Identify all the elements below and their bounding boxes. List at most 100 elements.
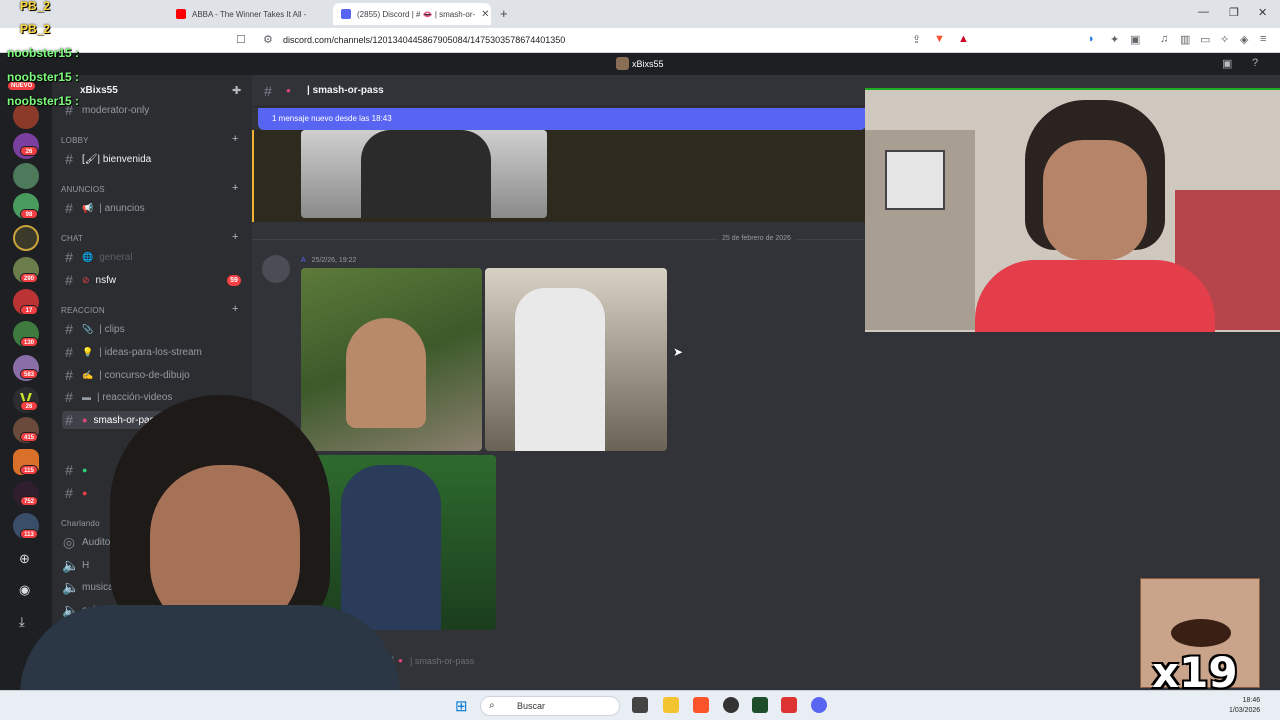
guild-badge: 115 bbox=[20, 465, 38, 475]
guild-badge: 130 bbox=[20, 337, 38, 347]
windows-start-icon[interactable]: ⊞ bbox=[455, 697, 468, 715]
category-reaccion[interactable]: REACCION bbox=[61, 306, 105, 315]
add-channel-icon[interactable]: + bbox=[232, 133, 238, 145]
inbox-icon[interactable]: ▣ bbox=[1222, 57, 1232, 70]
vpn-icon[interactable]: ◈ bbox=[1240, 33, 1248, 46]
add-channel-icon[interactable]: + bbox=[232, 303, 238, 315]
guild-icon[interactable] bbox=[13, 163, 39, 189]
channel-label: nsfw bbox=[95, 274, 117, 286]
attachment-image[interactable] bbox=[301, 268, 482, 451]
audio-icon[interactable]: ◗ bbox=[1088, 33, 1095, 45]
channel-bienvenida[interactable]: # [🖌| bienvenida bbox=[62, 150, 248, 168]
extension-icon[interactable]: ✦ bbox=[1110, 33, 1119, 46]
voice-only[interactable]: 🔈 only-st bbox=[62, 601, 248, 619]
channel-ideas[interactable]: # 💡 | ideas-para-los-stream bbox=[62, 343, 248, 361]
category-charlando[interactable]: Charlando bbox=[61, 519, 100, 528]
leo-icon[interactable]: ✧ bbox=[1220, 33, 1229, 46]
new-tab-button[interactable]: + bbox=[500, 6, 508, 21]
channel-label: H bbox=[82, 559, 90, 571]
attachment-image[interactable] bbox=[301, 130, 547, 218]
channel-reaccion-videos[interactable]: # ▬ | reacción-videos bbox=[62, 388, 248, 406]
guild-icon[interactable] bbox=[13, 225, 39, 251]
video-icon: ▬ bbox=[82, 392, 91, 402]
app-icon[interactable] bbox=[781, 697, 797, 713]
channel-label: only-st bbox=[82, 604, 112, 616]
explore-icon[interactable]: ◉ bbox=[19, 582, 30, 598]
message-composer[interactable]: # ● | smash-or-pass bbox=[260, 648, 860, 676]
message-meta: A 25/2/26, 19:22 bbox=[301, 257, 356, 264]
channel-smash-or-pass[interactable]: # ● smash-or-pass bbox=[62, 411, 248, 429]
stage-icon: ◎ bbox=[62, 533, 76, 550]
task-view-icon[interactable] bbox=[632, 697, 648, 713]
category-lobby[interactable]: LOBBY bbox=[61, 136, 89, 145]
category-chat[interactable]: CHAT bbox=[61, 234, 83, 243]
youtube-icon bbox=[176, 9, 186, 19]
brave-rewards-icon[interactable]: ▲ bbox=[958, 33, 969, 45]
brave-browser-icon[interactable] bbox=[693, 697, 709, 713]
invite-icon[interactable]: ✚ bbox=[232, 84, 241, 97]
avatar[interactable] bbox=[262, 255, 290, 283]
guild-badge: 583 bbox=[20, 369, 38, 379]
discord-taskbar-icon[interactable] bbox=[811, 697, 827, 713]
site-info-icon[interactable]: ⚙ bbox=[263, 33, 273, 46]
tab-label: (2855) Discord | # 👄 | smash-or- bbox=[357, 9, 476, 19]
url-text[interactable]: discord.com/channels/1201340445867905084… bbox=[283, 35, 565, 45]
speaker-icon: 🔈 bbox=[62, 601, 80, 618]
minimize-icon[interactable]: — bbox=[1198, 6, 1209, 18]
guild-badge: 752 bbox=[20, 496, 38, 506]
server-name[interactable]: xBixs55 bbox=[80, 85, 118, 96]
category-anuncios[interactable]: ANUNCIOS bbox=[61, 185, 105, 194]
maximize-icon[interactable]: ❐ bbox=[1229, 6, 1239, 19]
channel-item[interactable]: # ● bbox=[62, 461, 248, 479]
hash-icon: # bbox=[65, 367, 73, 383]
sticker-mouth bbox=[1171, 619, 1231, 647]
channel-general[interactable]: # 🌐 general bbox=[62, 248, 248, 266]
channel-nsfw[interactable]: # ⊘ nsfw bbox=[62, 271, 248, 289]
channel-concurso[interactable]: # ✍ | concurso-de-dibujo bbox=[62, 366, 248, 384]
screenshot-icon[interactable]: ▣ bbox=[1130, 33, 1140, 46]
tab-discord[interactable]: (2855) Discord | # 👄 | smash-or- ✕ bbox=[333, 3, 491, 25]
media-icon[interactable]: ♫ bbox=[1160, 33, 1168, 45]
file-explorer-icon[interactable] bbox=[663, 697, 679, 713]
attachment-image[interactable] bbox=[485, 268, 667, 451]
add-server-icon[interactable]: ⊕ bbox=[19, 551, 30, 567]
megaphone-icon: 📢 bbox=[82, 202, 94, 213]
add-channel-icon[interactable]: + bbox=[232, 231, 238, 243]
lips-icon: ● bbox=[82, 415, 88, 425]
author-initial: A bbox=[301, 257, 306, 264]
menu-icon[interactable]: ≡ bbox=[1260, 33, 1266, 45]
channel-item[interactable]: # ● bbox=[62, 484, 248, 502]
voice-h[interactable]: 🔈 H bbox=[62, 556, 248, 574]
obs-icon[interactable] bbox=[723, 697, 739, 713]
bookmark-icon[interactable]: ☐ bbox=[236, 33, 246, 46]
new-messages-bar[interactable]: 1 mensaje nuevo desde las 18:43 bbox=[258, 108, 866, 130]
attachment-image[interactable] bbox=[301, 455, 496, 630]
add-channel-icon[interactable]: + bbox=[232, 182, 238, 194]
sidebar-icon[interactable]: ▥ bbox=[1180, 33, 1190, 46]
channel-moderator[interactable]: # moderator-only bbox=[62, 101, 248, 119]
window-title: xBixs55 bbox=[632, 59, 664, 69]
help-icon[interactable]: ? bbox=[1252, 57, 1258, 69]
hash-icon: # bbox=[65, 389, 73, 405]
terminal-icon[interactable] bbox=[752, 697, 768, 713]
close-window-icon[interactable]: ✕ bbox=[1258, 6, 1267, 19]
wallet-icon[interactable]: ▭ bbox=[1200, 33, 1210, 46]
voice-auditorio[interactable]: ◎ Auditori bbox=[62, 533, 248, 551]
brave-shield-icon[interactable]: ▼ bbox=[934, 33, 945, 45]
hash-icon: # bbox=[388, 654, 395, 666]
address-bar: ☐ ⚙ discord.com/channels/120134044586790… bbox=[0, 28, 1280, 53]
taskbar-search[interactable]: ⌕ Buscar bbox=[480, 696, 620, 716]
monitor bbox=[885, 150, 945, 210]
hash-icon: # bbox=[65, 321, 73, 337]
hash-icon: # bbox=[65, 200, 73, 216]
share-icon[interactable]: ⇪ bbox=[912, 33, 921, 46]
download-icon[interactable]: ⤓ bbox=[19, 614, 25, 630]
voice-musica[interactable]: 🔈 musica bbox=[62, 578, 248, 596]
discord-icon bbox=[341, 9, 351, 19]
hash-icon: # bbox=[65, 344, 73, 360]
system-clock[interactable]: 18:46 1/03/2026 bbox=[1229, 696, 1260, 716]
close-tab-icon[interactable]: ✕ bbox=[481, 9, 489, 20]
channel-clips[interactable]: # 📎 | clips bbox=[62, 320, 248, 338]
tab-youtube[interactable]: ABBA - The Winner Takes It All - bbox=[168, 3, 326, 25]
channel-anuncios[interactable]: # 📢 | anuncios bbox=[62, 199, 248, 217]
